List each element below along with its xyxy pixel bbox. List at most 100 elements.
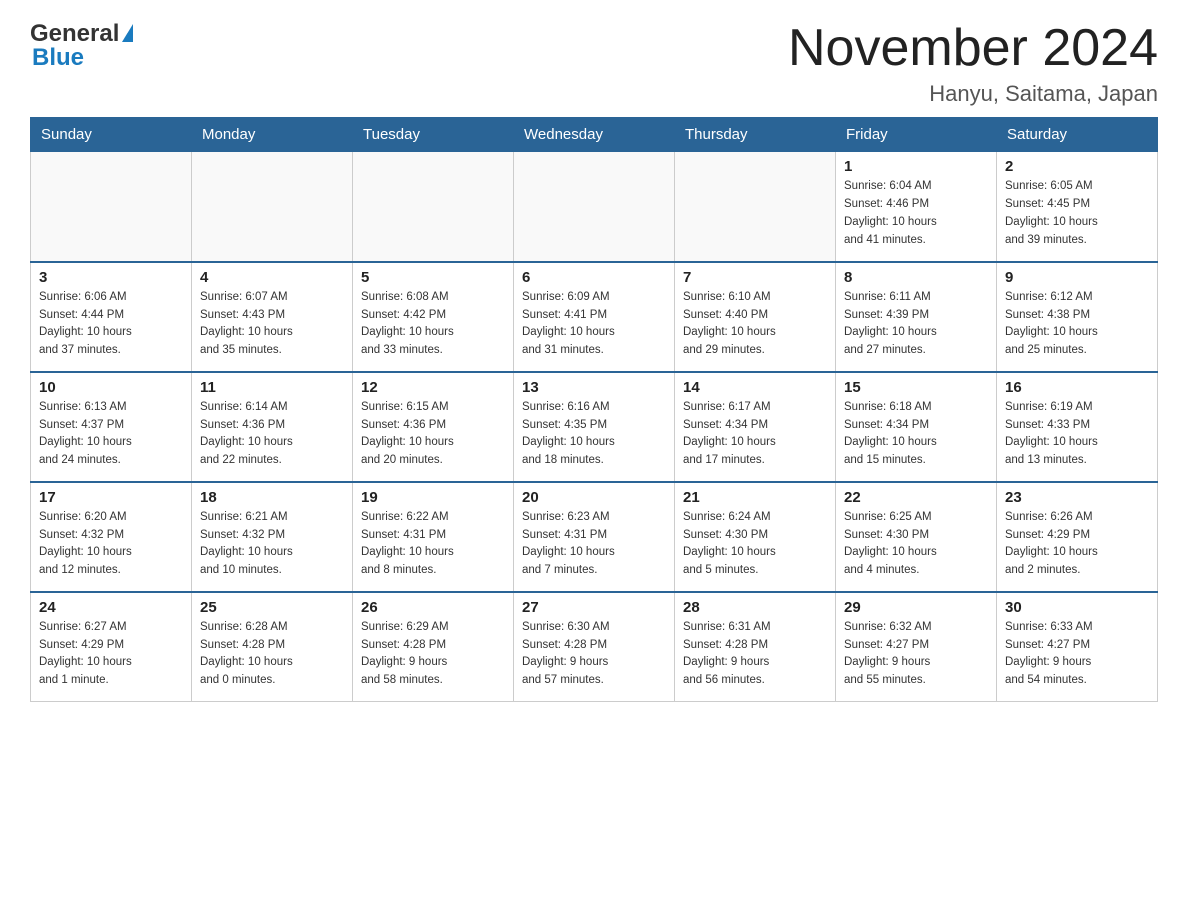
day-info: Sunrise: 6:32 AMSunset: 4:27 PMDaylight:… [844, 619, 988, 690]
day-number: 27 [522, 599, 666, 616]
page-header: General Blue November 2024 Hanyu, Saitam… [30, 20, 1158, 107]
calendar-table: Sunday Monday Tuesday Wednesday Thursday… [30, 117, 1158, 702]
day-info: Sunrise: 6:08 AMSunset: 4:42 PMDaylight:… [361, 289, 505, 360]
table-row: 21 Sunrise: 6:24 AMSunset: 4:30 PMDayligh… [675, 482, 836, 592]
day-info: Sunrise: 6:33 AMSunset: 4:27 PMDaylight:… [1005, 619, 1149, 690]
day-info: Sunrise: 6:28 AMSunset: 4:28 PMDaylight:… [200, 619, 344, 690]
day-number: 7 [683, 269, 827, 286]
table-row: 23Sunrise: 6:26 AMSunset: 4:29 PMDayligh… [997, 482, 1158, 592]
table-row: 13 Sunrise: 6:16 AMSunset: 4:35 PMDayligh… [514, 372, 675, 482]
day-info: Sunrise: 6:13 AMSunset: 4:37 PMDaylight:… [39, 399, 183, 470]
day-number: 17 [39, 489, 183, 506]
table-row [353, 152, 514, 262]
calendar-week-row: 3 Sunrise: 6:06 AMSunset: 4:44 PMDaylight… [31, 262, 1158, 372]
day-number: 8 [844, 269, 988, 286]
table-row [675, 152, 836, 262]
table-row: 25 Sunrise: 6:28 AMSunset: 4:28 PMDayligh… [192, 592, 353, 702]
day-info: Sunrise: 6:11 AMSunset: 4:39 PMDaylight:… [844, 289, 988, 360]
day-number: 16 [1005, 379, 1149, 396]
logo: General Blue [30, 20, 133, 72]
table-row: 30Sunrise: 6:33 AMSunset: 4:27 PMDayligh… [997, 592, 1158, 702]
day-info: Sunrise: 6:10 AMSunset: 4:40 PMDaylight:… [683, 289, 827, 360]
header-saturday: Saturday [997, 118, 1158, 152]
table-row: 10Sunrise: 6:13 AMSunset: 4:37 PMDayligh… [31, 372, 192, 482]
day-info: Sunrise: 6:17 AMSunset: 4:34 PMDaylight:… [683, 399, 827, 470]
day-info: Sunrise: 6:07 AMSunset: 4:43 PMDaylight:… [200, 289, 344, 360]
table-row: 26 Sunrise: 6:29 AMSunset: 4:28 PMDayligh… [353, 592, 514, 702]
day-number: 1 [844, 158, 988, 175]
day-info: Sunrise: 6:21 AMSunset: 4:32 PMDaylight:… [200, 509, 344, 580]
day-info: Sunrise: 6:06 AMSunset: 4:44 PMDaylight:… [39, 289, 183, 360]
table-row: 16 Sunrise: 6:19 AMSunset: 4:33 PMDayligh… [997, 372, 1158, 482]
table-row: 22 Sunrise: 6:25 AMSunset: 4:30 PMDayligh… [836, 482, 997, 592]
table-row: 1 Sunrise: 6:04 AMSunset: 4:46 PMDaylight… [836, 152, 997, 262]
day-number: 29 [844, 599, 988, 616]
table-row: 8 Sunrise: 6:11 AMSunset: 4:39 PMDaylight… [836, 262, 997, 372]
month-title: November 2024 [788, 20, 1158, 77]
table-row [514, 152, 675, 262]
day-number: 14 [683, 379, 827, 396]
table-row: 14 Sunrise: 6:17 AMSunset: 4:34 PMDayligh… [675, 372, 836, 482]
day-info: Sunrise: 6:04 AMSunset: 4:46 PMDaylight:… [844, 178, 988, 249]
day-info: Sunrise: 6:27 AMSunset: 4:29 PMDaylight:… [39, 619, 183, 690]
table-row: 3 Sunrise: 6:06 AMSunset: 4:44 PMDaylight… [31, 262, 192, 372]
day-info: Sunrise: 6:24 AMSunset: 4:30 PMDaylight:… [683, 509, 827, 580]
logo-blue-text: Blue [32, 44, 84, 72]
table-row: 29 Sunrise: 6:32 AMSunset: 4:27 PMDayligh… [836, 592, 997, 702]
day-number: 18 [200, 489, 344, 506]
day-number: 3 [39, 269, 183, 286]
table-row: 27 Sunrise: 6:30 AMSunset: 4:28 PMDayligh… [514, 592, 675, 702]
day-number: 20 [522, 489, 666, 506]
day-number: 21 [683, 489, 827, 506]
day-number: 22 [844, 489, 988, 506]
day-info: Sunrise: 6:30 AMSunset: 4:28 PMDaylight:… [522, 619, 666, 690]
header-sunday: Sunday [31, 118, 192, 152]
day-info: Sunrise: 6:23 AMSunset: 4:31 PMDaylight:… [522, 509, 666, 580]
calendar-week-row: 24 Sunrise: 6:27 AMSunset: 4:29 PMDayligh… [31, 592, 1158, 702]
day-info: Sunrise: 6:22 AMSunset: 4:31 PMDaylight:… [361, 509, 505, 580]
table-row: 4 Sunrise: 6:07 AMSunset: 4:43 PMDaylight… [192, 262, 353, 372]
day-number: 28 [683, 599, 827, 616]
day-info: Sunrise: 6:15 AMSunset: 4:36 PMDaylight:… [361, 399, 505, 470]
header-tuesday: Tuesday [353, 118, 514, 152]
location-title: Hanyu, Saitama, Japan [788, 81, 1158, 107]
day-info: Sunrise: 6:20 AMSunset: 4:32 PMDaylight:… [39, 509, 183, 580]
table-row: 20 Sunrise: 6:23 AMSunset: 4:31 PMDayligh… [514, 482, 675, 592]
day-info: Sunrise: 6:09 AMSunset: 4:41 PMDaylight:… [522, 289, 666, 360]
day-info: Sunrise: 6:31 AMSunset: 4:28 PMDaylight:… [683, 619, 827, 690]
table-row: 15Sunrise: 6:18 AMSunset: 4:34 PMDayligh… [836, 372, 997, 482]
day-info: Sunrise: 6:25 AMSunset: 4:30 PMDaylight:… [844, 509, 988, 580]
calendar-header-row: Sunday Monday Tuesday Wednesday Thursday… [31, 118, 1158, 152]
table-row [31, 152, 192, 262]
table-row: 24 Sunrise: 6:27 AMSunset: 4:29 PMDayligh… [31, 592, 192, 702]
table-row: 6 Sunrise: 6:09 AMSunset: 4:41 PMDaylight… [514, 262, 675, 372]
day-info: Sunrise: 6:16 AMSunset: 4:35 PMDaylight:… [522, 399, 666, 470]
day-number: 6 [522, 269, 666, 286]
table-row: 5Sunrise: 6:08 AMSunset: 4:42 PMDaylight… [353, 262, 514, 372]
table-row: 11Sunrise: 6:14 AMSunset: 4:36 PMDayligh… [192, 372, 353, 482]
header-monday: Monday [192, 118, 353, 152]
day-number: 13 [522, 379, 666, 396]
day-info: Sunrise: 6:29 AMSunset: 4:28 PMDaylight:… [361, 619, 505, 690]
day-number: 15 [844, 379, 988, 396]
day-info: Sunrise: 6:05 AMSunset: 4:45 PMDaylight:… [1005, 178, 1149, 249]
table-row: 17 Sunrise: 6:20 AMSunset: 4:32 PMDayligh… [31, 482, 192, 592]
day-info: Sunrise: 6:19 AMSunset: 4:33 PMDaylight:… [1005, 399, 1149, 470]
day-info: Sunrise: 6:12 AMSunset: 4:38 PMDaylight:… [1005, 289, 1149, 360]
table-row: 2 Sunrise: 6:05 AMSunset: 4:45 PMDaylight… [997, 152, 1158, 262]
day-number: 26 [361, 599, 505, 616]
day-number: 19 [361, 489, 505, 506]
calendar-week-row: 10Sunrise: 6:13 AMSunset: 4:37 PMDayligh… [31, 372, 1158, 482]
table-row [192, 152, 353, 262]
day-number: 2 [1005, 158, 1149, 175]
logo-triangle-icon [122, 24, 133, 42]
day-info: Sunrise: 6:14 AMSunset: 4:36 PMDaylight:… [200, 399, 344, 470]
table-row: 28 Sunrise: 6:31 AMSunset: 4:28 PMDayligh… [675, 592, 836, 702]
header-friday: Friday [836, 118, 997, 152]
day-number: 4 [200, 269, 344, 286]
day-number: 24 [39, 599, 183, 616]
day-number: 25 [200, 599, 344, 616]
header-thursday: Thursday [675, 118, 836, 152]
day-number: 12 [361, 379, 505, 396]
table-row: 18 Sunrise: 6:21 AMSunset: 4:32 PMDayligh… [192, 482, 353, 592]
